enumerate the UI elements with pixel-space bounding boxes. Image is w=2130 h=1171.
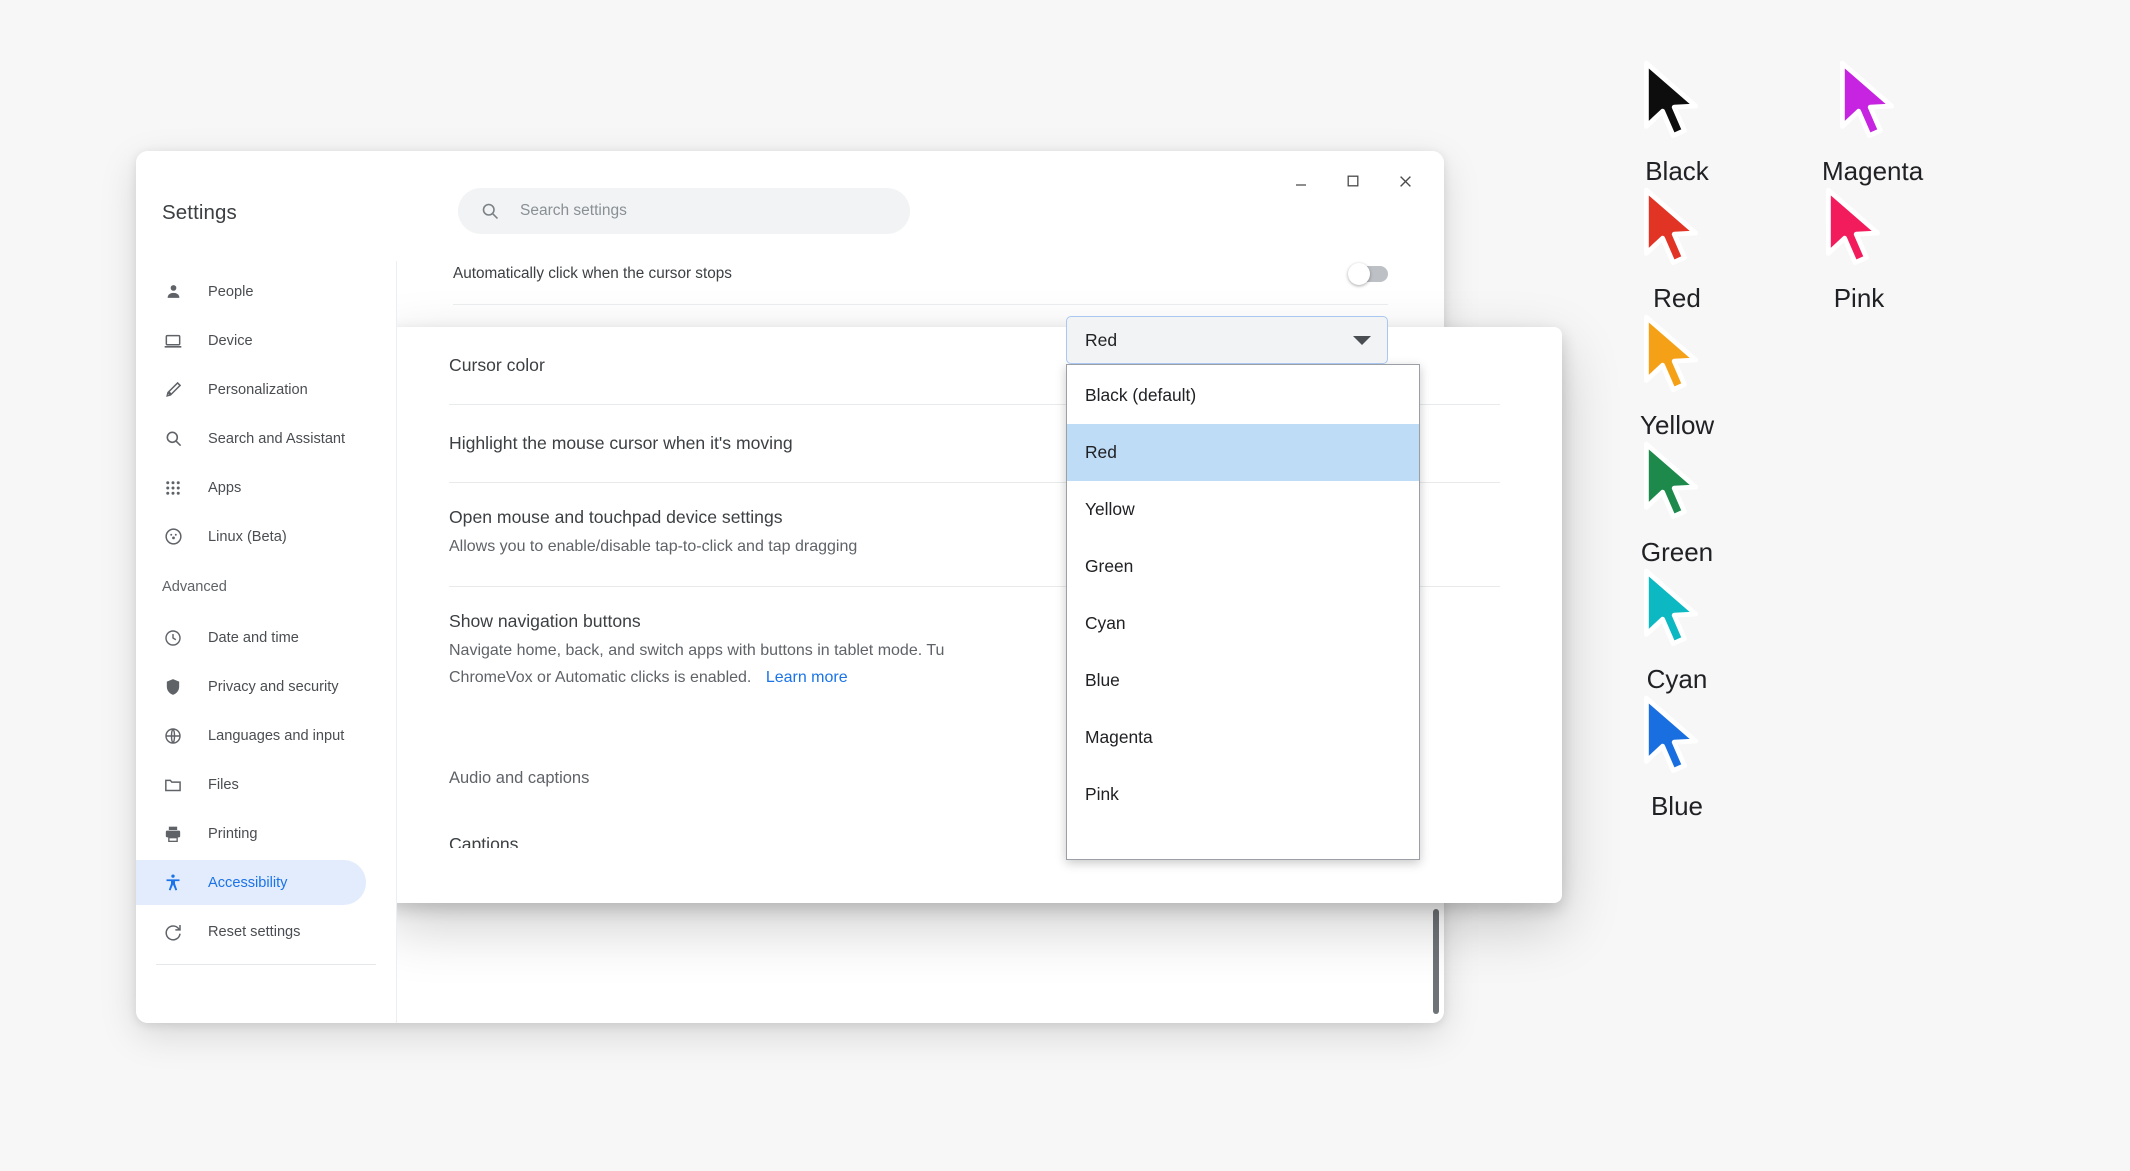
sidebar-item-label: Reset settings: [208, 924, 300, 940]
sidebar-item-label: Search and Assistant: [208, 431, 345, 447]
sidebar-item-files[interactable]: Files: [136, 760, 396, 809]
sidebar-item-languages-and-input[interactable]: Languages and input: [136, 711, 396, 760]
option-blue[interactable]: Blue: [1067, 652, 1419, 709]
option-black-default[interactable]: Black (default): [1067, 367, 1419, 424]
cursor-swatch-yellow: Yellow: [1640, 314, 1714, 441]
cursor-swatch-black: Black: [1640, 60, 1714, 187]
sidebar-item-personalization[interactable]: Personalization: [136, 365, 396, 414]
cursor-swatch-cyan: Cyan: [1640, 568, 1714, 695]
cursor-arrow-icon: [1640, 187, 1714, 279]
cursor-color-gallery: Black Magenta Red Pink Yellow Green Cyan Blue: [1640, 60, 2110, 1120]
cursor-swatch-label: Green: [1640, 537, 1714, 568]
cursor-arrow-icon: [1640, 314, 1714, 406]
sidebar-item-label: Linux (Beta): [208, 529, 287, 545]
search-input[interactable]: Search settings: [458, 188, 910, 234]
search-placeholder: Search settings: [520, 202, 627, 220]
cursor-color-listbox[interactable]: Black (default) Red Yellow Green Cyan Bl…: [1066, 364, 1420, 860]
sidebar: People Device Personalization Search and…: [136, 261, 397, 1023]
sidebar-item-linux[interactable]: Linux (Beta): [136, 512, 396, 561]
person-icon: [162, 281, 184, 303]
sidebar-section-advanced: Advanced: [136, 561, 396, 613]
sidebar-item-reset-settings[interactable]: Reset settings: [136, 907, 396, 956]
vertical-scrollbar[interactable]: [1433, 909, 1439, 1014]
cursor-swatch-pink: Pink: [1822, 187, 1896, 314]
sidebar-item-accessibility[interactable]: Accessibility: [136, 858, 396, 907]
sidebar-item-label: People: [208, 284, 253, 300]
penguin-icon: [162, 526, 184, 548]
cursor-swatch-label: Blue: [1640, 791, 1714, 822]
row-automatic-clicks[interactable]: Automatically click when the cursor stop…: [453, 261, 1388, 305]
cursor-arrow-icon: [1640, 568, 1714, 660]
cursor-swatch-label: Pink: [1822, 283, 1896, 314]
cursor-arrow-icon: [1836, 60, 1910, 152]
row-label: Highlight the mouse cursor when it's mov…: [449, 433, 793, 454]
sidebar-item-device[interactable]: Device: [136, 316, 396, 365]
cursor-swatch-red: Red: [1640, 187, 1714, 314]
sidebar-item-label: Apps: [208, 480, 241, 496]
sidebar-item-label: Date and time: [208, 630, 299, 646]
option-pink[interactable]: Pink: [1067, 766, 1419, 823]
cursor-swatch-label: Cyan: [1640, 664, 1714, 695]
cursor-swatch-label: Red: [1640, 283, 1714, 314]
sidebar-item-date-and-time[interactable]: Date and time: [136, 613, 396, 662]
cursor-swatch-label: Magenta: [1822, 156, 1923, 187]
sidebar-item-privacy-and-security[interactable]: Privacy and security: [136, 662, 396, 711]
grid-icon: [162, 477, 184, 499]
row-label: Automatically click when the cursor stop…: [453, 265, 732, 283]
sidebar-item-people[interactable]: People: [136, 267, 396, 316]
sidebar-item-label: Personalization: [208, 382, 308, 398]
screen: People Device Personalization Search and…: [0, 0, 2130, 1171]
cursor-swatch-green: Green: [1640, 441, 1714, 568]
cursor-swatch-label: Yellow: [1640, 410, 1714, 441]
search-icon: [162, 428, 184, 450]
minimize-button[interactable]: [1280, 161, 1322, 201]
cursor-arrow-icon: [1640, 441, 1714, 533]
row-label: Cursor color: [449, 355, 545, 376]
printer-icon: [162, 823, 184, 845]
sidebar-divider: [156, 964, 376, 965]
maximize-button[interactable]: [1332, 161, 1374, 201]
laptop-icon: [162, 330, 184, 352]
cursor-swatch-magenta: Magenta: [1822, 60, 1923, 187]
sidebar-item-search-assistant[interactable]: Search and Assistant: [136, 414, 396, 463]
cursor-color-select[interactable]: Red: [1066, 316, 1388, 364]
page-title: Settings: [162, 201, 237, 225]
cursor-arrow-icon: [1640, 60, 1714, 152]
sidebar-item-label: Privacy and security: [208, 679, 339, 695]
accessibility-icon: [162, 872, 184, 894]
cursor-arrow-icon: [1822, 187, 1896, 279]
close-button[interactable]: [1384, 161, 1426, 201]
folder-icon: [162, 774, 184, 796]
restore-icon: [162, 921, 184, 943]
cursor-arrow-icon: [1640, 695, 1714, 787]
search-icon: [480, 201, 500, 221]
clock-icon: [162, 627, 184, 649]
row-label: Captions: [449, 834, 518, 848]
select-value: Red: [1085, 330, 1117, 351]
learn-more-link[interactable]: Learn more: [766, 669, 848, 686]
brush-icon: [162, 379, 184, 401]
sidebar-item-label: Printing: [208, 826, 257, 842]
titlebar: Settings Search settings: [136, 151, 1444, 261]
option-cyan[interactable]: Cyan: [1067, 595, 1419, 652]
sidebar-item-label: Files: [208, 777, 239, 793]
option-green[interactable]: Green: [1067, 538, 1419, 595]
sidebar-item-label: Languages and input: [208, 728, 344, 744]
cursor-swatch-blue: Blue: [1640, 695, 1714, 822]
option-yellow[interactable]: Yellow: [1067, 481, 1419, 538]
window-controls: [1280, 161, 1426, 201]
row-sublabel-line2: ChromeVox or Automatic clicks is enabled…: [449, 669, 751, 686]
sidebar-item-label: Accessibility: [208, 875, 287, 891]
autoclick-toggle[interactable]: [1350, 266, 1388, 282]
sidebar-item-label: Device: [208, 333, 253, 349]
option-magenta[interactable]: Magenta: [1067, 709, 1419, 766]
cursor-swatch-label: Black: [1640, 156, 1714, 187]
option-red[interactable]: Red: [1067, 424, 1419, 481]
globe-icon: [162, 725, 184, 747]
sidebar-item-apps[interactable]: Apps: [136, 463, 396, 512]
chevron-down-icon: [1353, 336, 1371, 345]
sidebar-item-printing[interactable]: Printing: [136, 809, 396, 858]
shield-icon: [162, 676, 184, 698]
